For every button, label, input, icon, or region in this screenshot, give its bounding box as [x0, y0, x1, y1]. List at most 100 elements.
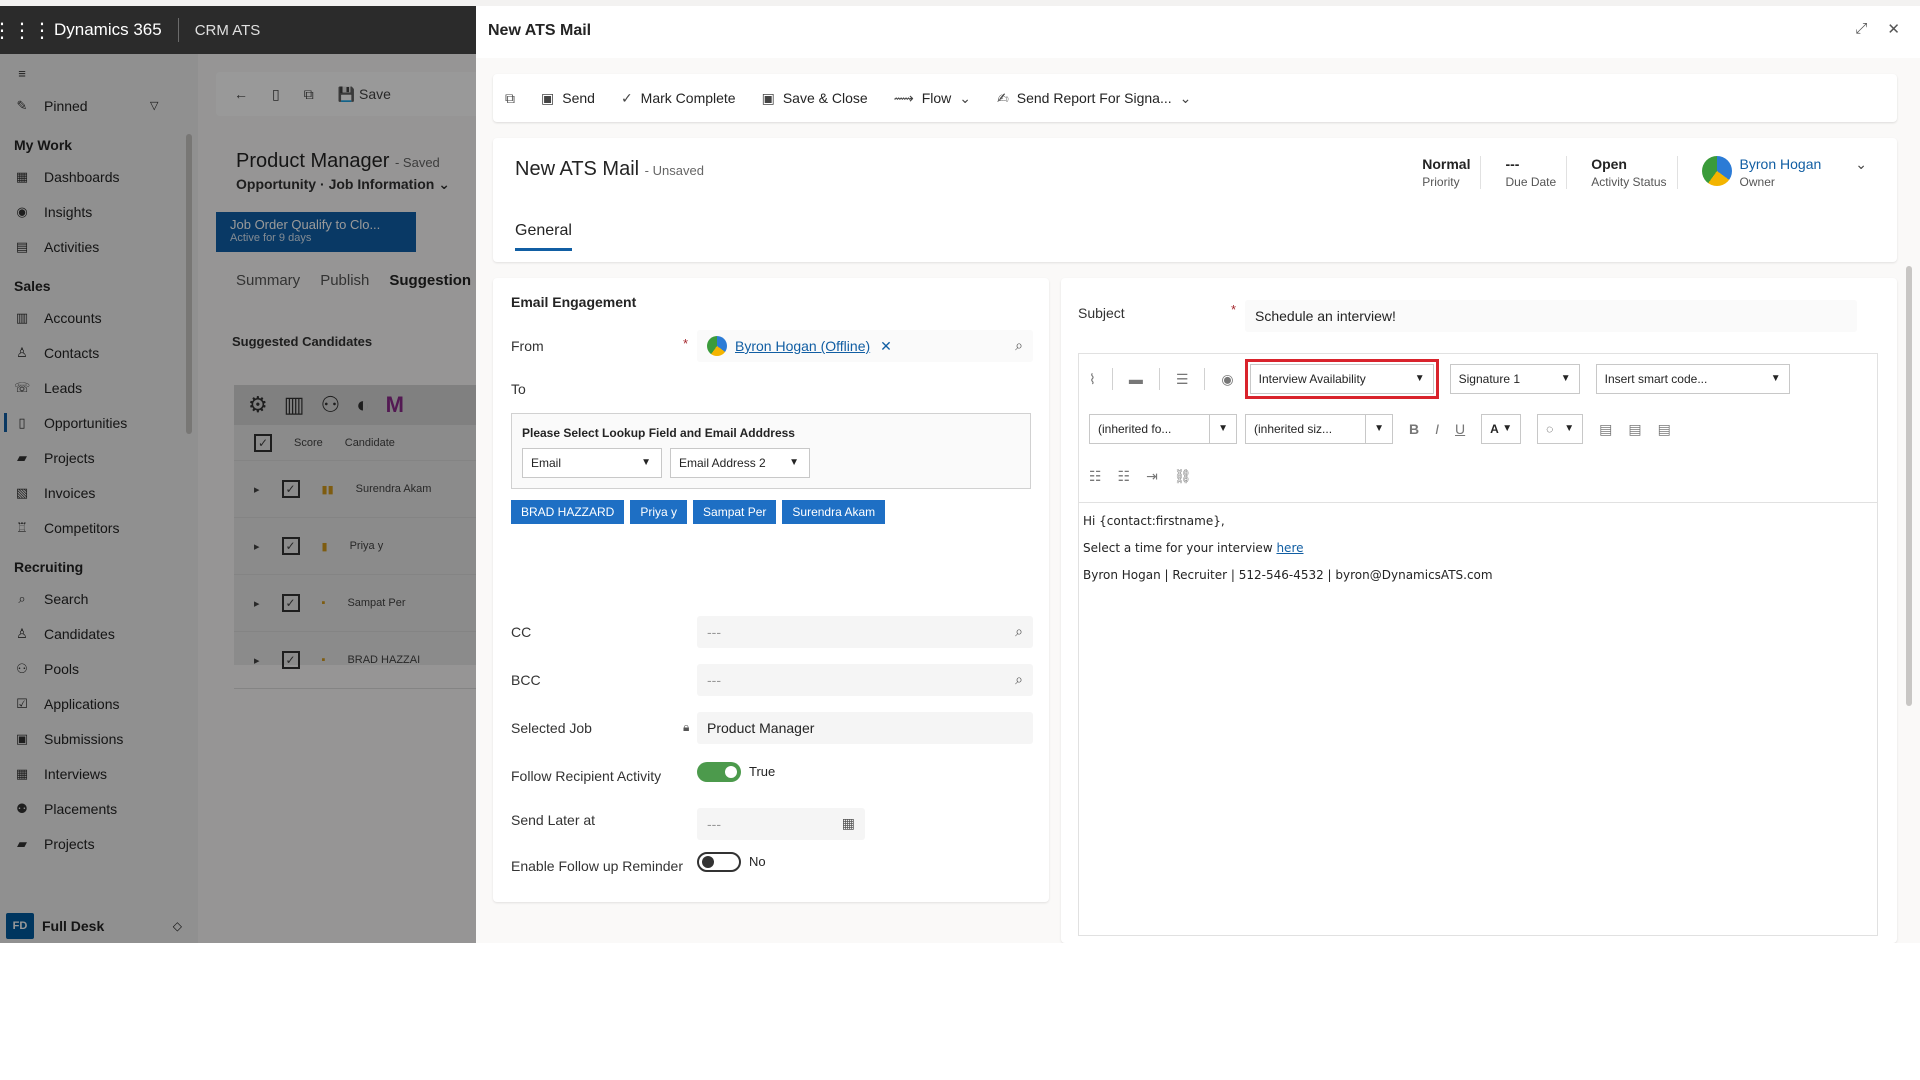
italic-icon[interactable]: I	[1435, 421, 1439, 437]
from-lookup[interactable]: Byron Hogan (Offline) ✕ ⌕	[697, 330, 1033, 362]
remove-icon[interactable]: ✕	[880, 338, 892, 355]
tab-general[interactable]: General	[515, 222, 572, 251]
font-size-value: (inherited siz...	[1254, 422, 1333, 436]
section-title: Email Engagement	[511, 294, 637, 310]
brand-name[interactable]: Dynamics 365	[44, 18, 179, 42]
app-name[interactable]: CRM ATS	[179, 22, 261, 39]
lookup-selector-title: Please Select Lookup Field and Email Add…	[522, 426, 795, 440]
subject-input[interactable]: Schedule an interview!	[1245, 300, 1857, 332]
send-button[interactable]: ▣ Send	[541, 90, 595, 107]
save-close-label: Save & Close	[782, 90, 868, 106]
indent-icon[interactable]: ⇥	[1146, 468, 1158, 485]
font-family-value: (inherited fo...	[1098, 422, 1172, 436]
lookup-field-select[interactable]: Email ▼	[522, 448, 662, 478]
signature-select[interactable]: Signature 1 ▼	[1449, 364, 1580, 394]
recipient-chip[interactable]: BRAD HAZZARD	[511, 500, 625, 524]
interview-link[interactable]: here	[1276, 541, 1303, 555]
header-field-activity-status[interactable]: Open Activity Status	[1581, 156, 1678, 189]
reminder-toggle[interactable]	[697, 852, 741, 872]
header-field-priority[interactable]: Normal Priority	[1412, 156, 1482, 189]
underline-icon[interactable]: U	[1455, 421, 1465, 437]
font-size-select[interactable]: (inherited siz... ▼	[1245, 414, 1393, 444]
follow-recipient-toggle[interactable]	[697, 762, 741, 782]
required-indicator: *	[1231, 302, 1237, 317]
recipient-chip[interactable]: Sampat Per	[693, 500, 777, 524]
required-indicator: *	[683, 336, 689, 351]
bcc-value: ---	[707, 672, 721, 688]
mark-complete-button[interactable]: ✓ Mark Complete	[621, 90, 736, 107]
editor-toolbar-row-1: ⌇ ▬ ☰ ◉ Interview Availability ▼ Signatur…	[1089, 359, 1790, 399]
popout-icon: ⧉	[505, 89, 515, 106]
template-icon[interactable]: ▬	[1129, 371, 1143, 387]
font-color-button[interactable]: A ▼	[1481, 414, 1522, 444]
toolbar-divider	[1365, 415, 1366, 443]
email-template-select[interactable]: Interview Availability ▼	[1244, 359, 1439, 399]
avatar	[1701, 156, 1732, 186]
send-report-label: Send Report For Signa...	[1016, 90, 1172, 106]
toolbar-divider	[1111, 368, 1113, 390]
owner-name[interactable]: Byron Hogan	[1740, 156, 1822, 172]
email-body[interactable]: Hi {contact:firstname}, Select a time fo…	[1083, 508, 1493, 589]
panel-scrollbar[interactable]	[1906, 266, 1912, 706]
bold-icon[interactable]: B	[1409, 421, 1419, 437]
search-icon[interactable]: ⌕	[1015, 671, 1023, 688]
caret-down-icon: ▼	[1502, 423, 1513, 434]
smart-code-select[interactable]: Insert smart code... ▼	[1595, 364, 1790, 394]
popout-button[interactable]: ⧉	[505, 90, 515, 107]
header-fields: Normal Priority --- Due Date Open Activity …	[1412, 156, 1877, 189]
align-left-icon[interactable]: ▤	[1599, 421, 1612, 438]
modal-overlay[interactable]	[0, 54, 476, 943]
align-center-icon[interactable]: ▤	[1628, 421, 1641, 438]
caret-down-icon: ▼	[1414, 373, 1425, 384]
checkmark-icon: ✓	[620, 89, 633, 106]
app-viewport: ⋮⋮⋮ Dynamics 365 CRM ATS ≡ ✎ Pinned ▽ My…	[0, 0, 1920, 943]
expand-window-icon[interactable]: ⤢	[1855, 20, 1867, 38]
search-icon[interactable]: ⌕	[1015, 623, 1023, 640]
body-signature: Byron Hogan | Recruiter | 512-546-4532 |…	[1083, 568, 1493, 582]
rich-text-editor: ⌇ ▬ ☰ ◉ Interview Availability ▼ Signatur…	[1078, 353, 1878, 936]
link-icon[interactable]: ⛓	[1174, 468, 1192, 485]
subject-value: Schedule an interview!	[1255, 308, 1396, 324]
align-right-icon[interactable]: ▤	[1658, 421, 1671, 438]
mark-complete-label: Mark Complete	[640, 90, 736, 106]
send-later-label: Send Later at	[511, 812, 596, 828]
preview-icon[interactable]: ◉	[1221, 371, 1233, 388]
chevron-down-icon[interactable]: ⌄	[1855, 156, 1867, 173]
caret-down-icon: ▼	[1770, 373, 1781, 384]
bullet-list-icon[interactable]: ☷	[1089, 468, 1102, 485]
cc-lookup[interactable]: --- ⌕	[697, 616, 1033, 648]
from-value-link[interactable]: Byron Hogan (Offline)	[735, 338, 870, 354]
close-icon[interactable]: ✕	[1887, 20, 1900, 38]
recipient-chip[interactable]: Priya y	[630, 500, 688, 524]
search-icon[interactable]: ⌕	[1015, 337, 1023, 354]
attachment-icon[interactable]: ⌇	[1089, 371, 1096, 388]
save-close-button[interactable]: ▣ Save & Close	[762, 90, 868, 107]
numbered-list-icon[interactable]: ☷	[1118, 468, 1131, 485]
toolbar-divider	[1209, 415, 1210, 443]
font-family-select[interactable]: (inherited fo... ▼	[1089, 414, 1237, 444]
header-field-owner[interactable]: Byron Hogan Owner ⌄	[1692, 156, 1877, 189]
email-engagement-section: Email Engagement From * Byron Hogan (Off…	[493, 278, 1049, 902]
list-format-icon[interactable]: ☰	[1176, 371, 1189, 388]
send-later-field[interactable]: --- ▦	[697, 808, 865, 840]
send-report-button[interactable]: ✍ Send Report For Signa... ⌄	[997, 90, 1191, 107]
signature-icon: ✍	[997, 89, 1009, 106]
save-close-icon: ▣	[761, 89, 775, 106]
highlight-color-button[interactable]: ◌ ▼	[1537, 414, 1584, 444]
calendar-icon[interactable]: ▦	[842, 815, 855, 832]
caret-down-icon: ▼	[789, 457, 799, 468]
panel-title: New ATS Mail	[488, 22, 592, 39]
body-greeting: Hi {contact:firstname},	[1083, 514, 1225, 528]
selected-job-label: Selected Job	[511, 720, 592, 736]
bcc-lookup[interactable]: --- ⌕	[697, 664, 1033, 696]
bcc-label: BCC	[511, 672, 541, 688]
email-address-select[interactable]: Email Address 2 ▼	[670, 448, 810, 478]
app-launcher-icon[interactable]: ⋮⋮⋮	[0, 6, 52, 54]
body-line: Select a time for your interview here	[1083, 535, 1493, 562]
recipient-chip[interactable]: Surendra Akam	[782, 500, 886, 524]
follow-recipient-label: Follow Recipient Activity	[511, 768, 662, 784]
record-title: New ATS Mail - Unsaved	[515, 158, 704, 181]
header-field-due-date[interactable]: --- Due Date	[1495, 156, 1568, 189]
panel-header: New ATS Mail ⤢ ✕	[476, 6, 1920, 58]
flow-button[interactable]: ⟿ Flow ⌄	[894, 90, 971, 107]
